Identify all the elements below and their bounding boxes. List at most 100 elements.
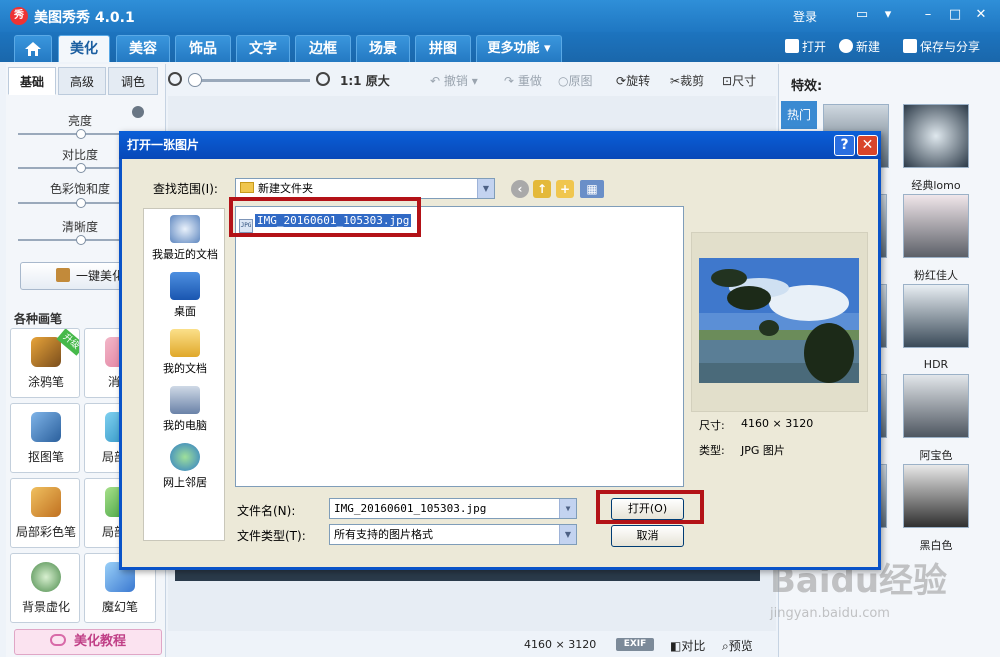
effects-title: 特效: [791, 79, 823, 94]
app-title: 美图秀秀 4.0.1 [34, 10, 135, 26]
subtab-basic[interactable]: 基础 [8, 67, 56, 95]
hand-icon [49, 634, 66, 646]
file-name-input[interactable]: IMG_20160601_105303.jpg ▼ [329, 498, 577, 519]
pencil-icon [31, 337, 61, 367]
place-recent-label: 我最近的文档 [152, 248, 218, 261]
dialog-close-icon[interactable]: ✕ [857, 135, 878, 156]
preview-button[interactable]: ⌕预览 [722, 637, 753, 654]
undo-dropdown-icon[interactable]: ▾ [472, 74, 478, 88]
zoom-slider[interactable] [190, 79, 310, 82]
place-my-documents[interactable]: 我的文档 [144, 329, 226, 376]
tutorial-label: 美化教程 [73, 634, 126, 649]
effects-tab-hot[interactable]: 热门 [781, 101, 817, 129]
look-in-select[interactable]: 新建文件夹 ▼ [235, 178, 495, 199]
actual-size-button[interactable]: 1:1 原大 [340, 72, 390, 89]
resize-button[interactable]: ⊡尺寸 [722, 72, 756, 89]
chevron-down-icon[interactable]: ▼ [559, 525, 576, 544]
up-folder-icon[interactable]: ↑ [533, 180, 551, 198]
brush-magic-label: 魔幻笔 [101, 600, 138, 614]
file-list[interactable]: JPG IMG_20160601_105303.jpg [235, 206, 684, 487]
maximize-icon[interactable]: □ [946, 6, 964, 24]
image-dimensions: 4160 × 3120 [524, 638, 597, 651]
help-icon[interactable]: ? [834, 135, 855, 156]
app-window: 秀 美图秀秀 4.0.1 登录 ▭ ▾ – □ ✕ 美化 美容 饰品 文字 边框… [0, 0, 1000, 657]
menu-icon[interactable]: ▾ [879, 6, 897, 24]
place-my-documents-label: 我的文档 [163, 362, 207, 375]
look-in-label: 查找范围(I): [153, 182, 218, 196]
paintbrush-icon [31, 487, 61, 517]
brush-local-color-label: 局部彩色笔 [15, 525, 76, 539]
effect-label-abao: 阿宝色 [919, 449, 953, 462]
tab-collage[interactable]: 拼图 [415, 35, 471, 62]
new-action[interactable]: 新建 [839, 38, 880, 56]
app-logo-icon: 秀 [10, 7, 28, 25]
compare-label: 对比 [681, 639, 706, 653]
tab-text[interactable]: 文字 [236, 35, 290, 62]
back-icon[interactable]: ‹ [511, 180, 529, 198]
place-network[interactable]: 网上邻居 [144, 443, 226, 490]
brightness-knob[interactable] [76, 129, 86, 139]
exif-button[interactable]: EXIF [616, 638, 654, 651]
highlight-open-box [596, 490, 704, 524]
rotate-button[interactable]: ⟳旋转 [616, 72, 650, 89]
chevron-down-icon[interactable]: ▼ [477, 179, 494, 198]
tab-beauty[interactable]: 美容 [116, 35, 170, 62]
my-computer-icon [170, 386, 200, 414]
brush-doodle[interactable]: 升级 涂鸦笔 [10, 328, 80, 398]
effect-thumb-abao[interactable] [903, 374, 969, 438]
effect-thumb-lomo[interactable] [903, 104, 969, 168]
brush-doodle-label: 涂鸦笔 [27, 375, 64, 389]
save-share-label: 保存与分享 [920, 40, 981, 54]
effect-thumb-bw[interactable] [903, 464, 969, 528]
tab-more-functions[interactable]: 更多功能 ▾ [476, 35, 562, 62]
zoom-out-icon[interactable] [168, 72, 182, 86]
cancel-button[interactable]: 取消 [611, 525, 684, 547]
sharpness-knob[interactable] [76, 235, 86, 245]
saturation-knob[interactable] [76, 198, 86, 208]
place-recent[interactable]: 我最近的文档 [144, 215, 226, 262]
compare-button[interactable]: ◧对比 [670, 637, 705, 654]
place-desktop[interactable]: 桌面 [144, 272, 226, 319]
tab-frames[interactable]: 边框 [295, 35, 351, 62]
subtab-color[interactable]: 调色 [108, 67, 158, 95]
zoom-in-icon[interactable] [316, 72, 330, 86]
redo-button[interactable]: ↷ 重做 [504, 72, 542, 89]
view-menu-icon[interactable]: ▦ [580, 180, 604, 198]
beautify-tutorial-button[interactable]: 美化教程 [14, 629, 162, 655]
main-tab-bar: 美化 美容 饰品 文字 边框 场景 拼图 更多功能 ▾ 打开 新建 保存与分享 [0, 32, 1000, 62]
brush-local-color[interactable]: 局部彩色笔 [10, 478, 80, 548]
tab-accessories[interactable]: 饰品 [175, 35, 231, 62]
subtab-advanced[interactable]: 高级 [58, 67, 106, 95]
zoom-knob[interactable] [188, 73, 202, 87]
minimize-icon[interactable]: – [919, 6, 937, 24]
brush-background-blur[interactable]: 背景虚化 [10, 553, 80, 623]
effect-label-pink: 粉红佳人 [914, 269, 958, 282]
wand-icon [55, 268, 70, 282]
chevron-down-icon[interactable]: ▼ [559, 499, 576, 518]
open-action[interactable]: 打开 [785, 38, 826, 56]
effect-thumb-pink[interactable] [903, 194, 969, 258]
new-folder-icon[interactable]: + [556, 180, 574, 198]
tab-beautify[interactable]: 美化 [58, 35, 110, 62]
folder-icon [240, 182, 254, 193]
original-button[interactable]: ○原图 [558, 72, 593, 89]
crop-button[interactable]: ✂裁剪 [670, 72, 704, 89]
info-size-label: 尺寸: [699, 419, 725, 432]
home-tab[interactable] [14, 35, 52, 62]
place-my-computer[interactable]: 我的电脑 [144, 386, 226, 433]
tab-scenes[interactable]: 场景 [356, 35, 410, 62]
file-type-select[interactable]: 所有支持的图片格式 ▼ [329, 524, 577, 545]
brush-background-blur-label: 背景虚化 [21, 600, 70, 614]
crop-label: 裁剪 [680, 74, 705, 88]
undo-button[interactable]: ↶ 撤销 ▾ [430, 72, 478, 89]
highlight-file-box [229, 197, 421, 237]
contrast-knob[interactable] [76, 163, 86, 173]
brush-cutout[interactable]: 抠图笔 [10, 403, 80, 473]
login-link[interactable]: 登录 [793, 8, 817, 25]
effect-thumb-hdr[interactable] [903, 284, 969, 348]
save-share-action[interactable]: 保存与分享 [903, 38, 980, 56]
look-in-value: 新建文件夹 [258, 182, 313, 195]
feedback-icon[interactable]: ▭ [853, 6, 871, 24]
close-icon[interactable]: ✕ [972, 6, 990, 24]
title-bar: 秀 美图秀秀 4.0.1 登录 ▭ ▾ – □ ✕ [0, 0, 1000, 32]
